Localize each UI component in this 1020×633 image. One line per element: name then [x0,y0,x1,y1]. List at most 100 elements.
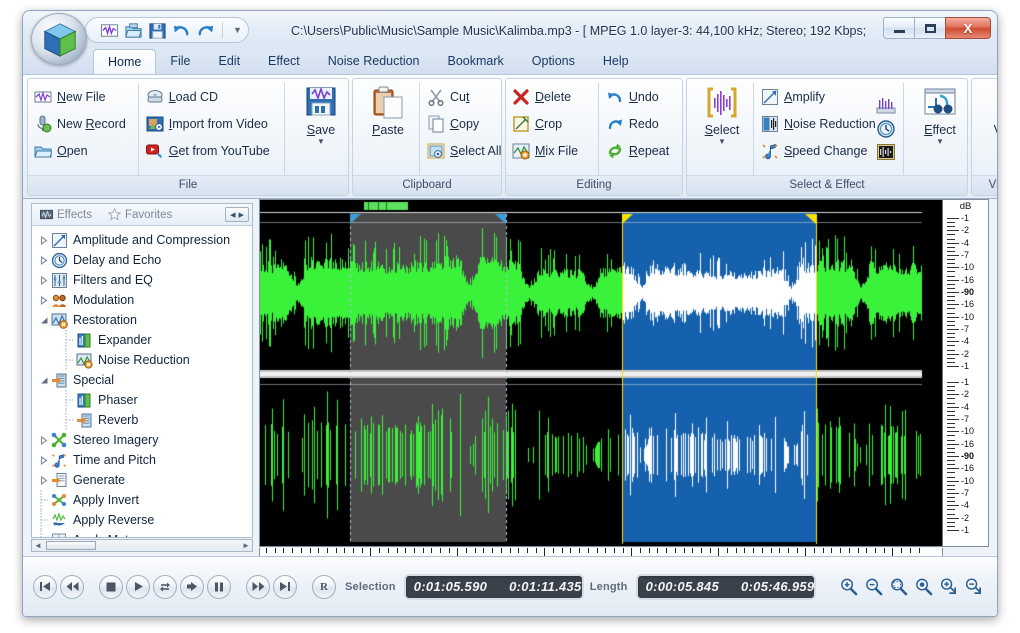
paste-button[interactable]: Paste [357,83,419,137]
expander-collapsed-icon[interactable] [37,255,51,265]
open-icon[interactable] [124,21,143,40]
tree-item-stereo-imagery[interactable]: Stereo Imagery [32,430,252,450]
zoom-out-button[interactable] [864,577,883,596]
expander-collapsed-icon[interactable] [37,295,51,305]
tab-bookmark[interactable]: Bookmark [434,49,518,74]
tab-noise-reduction[interactable]: Noise Reduction [314,49,434,74]
view-button[interactable]: View ▼ [976,83,997,146]
tab-help[interactable]: Help [589,49,643,74]
tree-item-expander[interactable]: Expander [32,330,252,350]
mix-file-button[interactable]: Mix File [510,137,594,164]
record-button[interactable]: R [312,574,336,599]
nav-right-icon[interactable]: ▶ [239,211,244,219]
quick-access-dropdown-icon[interactable]: ▼ [233,25,242,35]
panel-scroll-thumb[interactable] [46,541,96,550]
tree-item-apply-invert[interactable]: Apply Invert [32,490,252,510]
crop-button[interactable]: Crop [510,110,594,137]
stop-button[interactable] [99,574,123,599]
effect-button[interactable]: Effect ▼ [909,83,971,146]
tab-home[interactable]: Home [93,49,157,74]
maximize-button[interactable] [914,17,945,39]
go-to-start-button[interactable] [33,574,57,599]
tree-item-generate[interactable]: Generate [32,470,252,490]
select-button[interactable]: Select ▼ [691,83,753,146]
amplify-button[interactable]: Amplify [759,83,873,110]
zoom-in-button[interactable] [839,577,858,596]
zoom-selection-button[interactable] [889,577,908,596]
waveform-display[interactable]: dB -1 -2 -4 -7 -10 -16 -90 -16 -10 -7 -4 -2 -1 -1 -2-… [259,199,989,547]
open-button[interactable]: Open [32,137,134,164]
nav-left-icon[interactable]: ◀ [230,211,235,219]
tree-item-reverb[interactable]: Reverb [32,410,252,430]
tree-item-phaser[interactable]: Phaser [32,390,252,410]
expander-collapsed-icon[interactable] [37,435,51,445]
minimize-button[interactable] [883,17,914,39]
delete-button[interactable]: Delete [510,83,594,110]
equalizer-icon[interactable] [876,142,896,162]
save-dropdown-icon[interactable]: ▼ [317,137,325,146]
rewind-button[interactable] [60,574,84,599]
tab-edit[interactable]: Edit [205,49,255,74]
redo-icon[interactable] [196,21,215,40]
length-time-display[interactable]: 0:00:05.845 0:05:46.959 [635,573,816,600]
panel-tab-effects[interactable]: Effects [32,208,100,221]
close-button[interactable]: X [945,17,991,39]
load-cd-button[interactable]: Load CD [144,83,280,110]
play-to-end-button[interactable] [180,574,204,599]
fast-forward-button[interactable] [246,574,270,599]
tree-item-noise-reduction[interactable]: Noise Reduction [32,350,252,370]
get-from-youtube-button[interactable]: Get from YouTube [144,137,280,164]
tree-item-special[interactable]: Special [32,370,252,390]
pause-button[interactable] [207,574,231,599]
panel-tab-favorites[interactable]: Favorites [100,208,180,221]
expander-expanded-icon[interactable] [37,316,51,325]
selection-time-display[interactable]: 0:01:05.590 0:01:11.435 [403,573,584,600]
zoom-full-button[interactable] [914,577,933,596]
go-to-end-button[interactable] [273,574,297,599]
loop-button[interactable] [153,574,177,599]
clock-icon[interactable] [876,119,896,139]
waveform-canvas[interactable] [260,200,924,546]
waveform-canvas-container[interactable] [260,200,942,546]
tree-item-delay-and-echo[interactable]: Delay and Echo [32,250,252,270]
panel-nav-arrows[interactable]: ◀ ▶ [225,207,249,222]
tree-item-modulation[interactable]: Modulation [32,290,252,310]
redo-button[interactable]: Redo [604,110,678,137]
select-dropdown-icon[interactable]: ▼ [718,137,726,146]
panel-horizontal-scrollbar[interactable]: ◄ ► [31,539,253,552]
tree-item-apply-reverse[interactable]: Apply Reverse [32,510,252,530]
tab-effect[interactable]: Effect [254,49,314,74]
undo-button[interactable]: Undo [604,83,678,110]
tree-item-amplitude-and-compression[interactable]: Amplitude and Compression [32,230,252,250]
effect-dropdown-icon[interactable]: ▼ [936,137,944,146]
select-all-button[interactable]: Select All [425,137,503,164]
new-record-button[interactable]: New Record [32,110,134,137]
speed-change-button[interactable]: Speed Change [759,137,873,164]
panel-scroll-left-arrow[interactable]: ◄ [33,541,43,550]
zoom-vertical-out-button[interactable] [964,577,983,596]
expander-collapsed-icon[interactable] [37,275,51,285]
tree-item-apply-mute[interactable]: Apply Mute [32,530,252,537]
tree-item-filters-and-eq[interactable]: Filters and EQ [32,270,252,290]
expander-collapsed-icon[interactable] [37,475,51,485]
undo-icon[interactable] [172,21,191,40]
tree-item-restoration[interactable]: Restoration [32,310,252,330]
zoom-vertical-in-button[interactable] [939,577,958,596]
app-orb-button[interactable] [31,13,87,65]
tree-item-time-and-pitch[interactable]: Time and Pitch [32,450,252,470]
tab-options[interactable]: Options [518,49,589,74]
save-button[interactable]: Save ▼ [290,83,352,146]
new-file-icon[interactable] [100,21,119,40]
expander-collapsed-icon[interactable] [37,455,51,465]
expander-expanded-icon[interactable] [37,376,51,385]
panel-scroll-right-arrow[interactable]: ► [241,541,251,550]
play-button[interactable] [126,574,150,599]
cut-button[interactable]: Cut [425,83,503,110]
save-icon[interactable] [148,21,167,40]
fade-icon[interactable] [876,96,896,116]
repeat-button[interactable]: Repeat [604,137,678,164]
noise-reduction-button[interactable]: Noise Reduction [759,110,876,137]
copy-button[interactable]: Copy [425,110,503,137]
tab-file[interactable]: File [156,49,204,74]
new-file-button[interactable]: New File [32,83,134,110]
